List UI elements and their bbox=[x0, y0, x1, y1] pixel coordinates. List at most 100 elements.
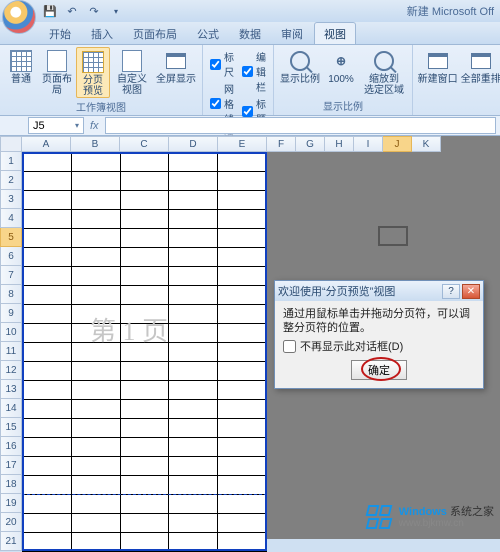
cell[interactable] bbox=[23, 343, 72, 362]
save-icon[interactable]: 💾 bbox=[42, 3, 58, 19]
cell[interactable] bbox=[169, 248, 218, 267]
cell[interactable] bbox=[23, 533, 72, 552]
cell[interactable] bbox=[120, 229, 169, 248]
worksheet-area[interactable]: ABCDEFGHIJK 1234567891011121314151617181… bbox=[0, 136, 500, 539]
col-header-J[interactable]: J bbox=[383, 136, 412, 152]
view-custom-button[interactable]: 自定义 视图 bbox=[112, 47, 152, 96]
cell[interactable] bbox=[120, 495, 169, 514]
cell[interactable] bbox=[71, 381, 120, 400]
row-header-21[interactable]: 21 bbox=[0, 532, 22, 551]
cell[interactable] bbox=[218, 191, 267, 210]
view-page-break-button[interactable]: 分页 预览 bbox=[76, 47, 110, 98]
cell[interactable] bbox=[169, 400, 218, 419]
cell[interactable] bbox=[120, 324, 169, 343]
cell[interactable] bbox=[23, 305, 72, 324]
undo-icon[interactable]: ↶ bbox=[64, 3, 80, 19]
select-all-corner[interactable] bbox=[0, 136, 22, 152]
cell[interactable] bbox=[120, 153, 169, 172]
cell[interactable] bbox=[23, 514, 72, 533]
cell[interactable] bbox=[23, 172, 72, 191]
cell[interactable] bbox=[23, 286, 72, 305]
cell[interactable] bbox=[218, 248, 267, 267]
col-header-A[interactable]: A bbox=[22, 136, 71, 152]
office-button[interactable] bbox=[2, 0, 36, 34]
cell[interactable] bbox=[120, 267, 169, 286]
col-header-B[interactable]: B bbox=[71, 136, 120, 152]
cell[interactable] bbox=[218, 286, 267, 305]
cell[interactable] bbox=[169, 191, 218, 210]
cell[interactable] bbox=[218, 400, 267, 419]
cell[interactable] bbox=[71, 191, 120, 210]
cell[interactable] bbox=[120, 438, 169, 457]
row-header-13[interactable]: 13 bbox=[0, 380, 22, 399]
cell[interactable] bbox=[218, 514, 267, 533]
cell[interactable] bbox=[169, 343, 218, 362]
cell[interactable] bbox=[71, 248, 120, 267]
row-header-5[interactable]: 5 bbox=[0, 228, 22, 247]
cell[interactable] bbox=[71, 267, 120, 286]
col-header-H[interactable]: H bbox=[325, 136, 354, 152]
name-box-dropdown-icon[interactable]: ▾ bbox=[75, 121, 79, 130]
cell[interactable] bbox=[169, 438, 218, 457]
cell[interactable] bbox=[120, 286, 169, 305]
cell[interactable] bbox=[120, 533, 169, 552]
row-header-10[interactable]: 10 bbox=[0, 323, 22, 342]
cells-grid[interactable] bbox=[22, 152, 267, 552]
cell[interactable] bbox=[218, 324, 267, 343]
cell[interactable] bbox=[218, 362, 267, 381]
cell[interactable] bbox=[169, 419, 218, 438]
cell[interactable] bbox=[71, 286, 120, 305]
cell[interactable] bbox=[169, 305, 218, 324]
cell[interactable] bbox=[23, 381, 72, 400]
cell[interactable] bbox=[218, 210, 267, 229]
cell[interactable] bbox=[169, 172, 218, 191]
cell[interactable] bbox=[218, 343, 267, 362]
cell[interactable] bbox=[71, 172, 120, 191]
view-fullscreen-button[interactable]: 全屏显示 bbox=[154, 47, 198, 85]
cell[interactable] bbox=[23, 210, 72, 229]
view-normal-button[interactable]: 普通 bbox=[4, 47, 38, 85]
ruler-checkbox[interactable]: 标尺 bbox=[210, 49, 234, 79]
tab-formulas[interactable]: 公式 bbox=[188, 23, 228, 44]
tab-data[interactable]: 数据 bbox=[230, 23, 270, 44]
cell[interactable] bbox=[169, 267, 218, 286]
row-header-15[interactable]: 15 bbox=[0, 418, 22, 437]
zoom-100-button[interactable]: ⊕ 100% bbox=[324, 47, 358, 85]
row-header-9[interactable]: 9 bbox=[0, 304, 22, 323]
cell[interactable] bbox=[120, 514, 169, 533]
row-header-1[interactable]: 1 bbox=[0, 152, 22, 171]
formula-input[interactable] bbox=[105, 117, 496, 134]
cell[interactable] bbox=[71, 229, 120, 248]
cell[interactable] bbox=[120, 419, 169, 438]
cell[interactable] bbox=[71, 476, 120, 495]
cell[interactable] bbox=[120, 172, 169, 191]
cell[interactable] bbox=[71, 343, 120, 362]
cell[interactable] bbox=[218, 153, 267, 172]
dialog-titlebar[interactable]: 欢迎使用“分页预览”视图 ? ✕ bbox=[275, 281, 483, 301]
col-header-K[interactable]: K bbox=[412, 136, 441, 152]
cell[interactable] bbox=[71, 419, 120, 438]
row-header-14[interactable]: 14 bbox=[0, 399, 22, 418]
cell[interactable] bbox=[120, 381, 169, 400]
cell[interactable] bbox=[71, 400, 120, 419]
row-header-6[interactable]: 6 bbox=[0, 247, 22, 266]
cell[interactable] bbox=[23, 438, 72, 457]
view-page-layout-button[interactable]: 页面布局 bbox=[40, 47, 74, 96]
cell[interactable] bbox=[71, 362, 120, 381]
cell[interactable] bbox=[169, 457, 218, 476]
cell[interactable] bbox=[71, 457, 120, 476]
cell[interactable] bbox=[23, 362, 72, 381]
col-header-I[interactable]: I bbox=[354, 136, 383, 152]
tab-review[interactable]: 审阅 bbox=[272, 23, 312, 44]
cell[interactable] bbox=[169, 229, 218, 248]
zoom-button[interactable]: 显示比例 bbox=[278, 47, 322, 85]
dialog-dont-show-checkbox[interactable]: 不再显示此对话框(D) bbox=[283, 338, 475, 354]
cell[interactable] bbox=[218, 172, 267, 191]
cell[interactable] bbox=[218, 381, 267, 400]
cell[interactable] bbox=[23, 153, 72, 172]
cell[interactable] bbox=[71, 210, 120, 229]
tab-view[interactable]: 视图 bbox=[314, 22, 356, 44]
row-header-2[interactable]: 2 bbox=[0, 171, 22, 190]
cell[interactable] bbox=[120, 343, 169, 362]
cell[interactable] bbox=[23, 191, 72, 210]
